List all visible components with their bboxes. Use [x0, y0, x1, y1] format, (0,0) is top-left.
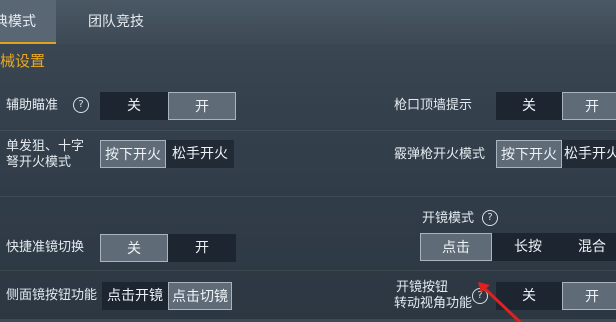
tab-classic-mode[interactable]: 典模式: [0, 0, 56, 44]
mode-tab-bar: 典模式 团队竞技: [0, 0, 616, 44]
shotgun-fire-label: 霰弹枪开火模式: [394, 147, 486, 162]
annotation-arrow-icon: [478, 282, 522, 322]
aim-assist-label: 辅助瞄准: [6, 98, 59, 113]
scope-mode-mixed-button[interactable]: 混合: [564, 233, 616, 261]
single-sniper-press-fire-button[interactable]: 按下开火: [100, 140, 166, 168]
scope-mode-info-icon[interactable]: ?: [482, 210, 498, 226]
side-scope-tap-switch-button[interactable]: 点击切镜: [168, 282, 232, 310]
shotgun-release-fire-button[interactable]: 松手开火: [562, 140, 616, 168]
quick-scope-toggle: 关 开: [100, 234, 236, 262]
aim-assist-info-icon[interactable]: ?: [73, 97, 89, 113]
side-scope-selector: 点击开镜 点击切镜: [102, 282, 232, 310]
section-divider: [0, 196, 616, 197]
wall-hint-toggle: 关 开: [496, 92, 616, 120]
section-title: 械设置: [0, 52, 46, 70]
scope-mode-hold-button[interactable]: 长按: [492, 233, 564, 261]
scope-turn-label-line2: 转动视角功能: [394, 296, 473, 311]
row-divider: [0, 270, 616, 271]
aim-assist-off-button[interactable]: 关: [100, 92, 168, 120]
quick-scope-label: 快捷准镜切换: [6, 240, 85, 255]
side-scope-tap-open-button[interactable]: 点击开镜: [102, 282, 168, 310]
shotgun-press-fire-button[interactable]: 按下开火: [496, 140, 562, 168]
tab-team-deathmatch[interactable]: 团队竞技: [88, 0, 168, 44]
row-divider: [0, 130, 616, 131]
wall-hint-label: 枪口顶墙提示: [394, 98, 473, 113]
aim-assist-toggle: 关 开: [100, 92, 236, 120]
scope-mode-selector: 点击 长按 混合: [420, 233, 616, 261]
single-sniper-fire-mode: 按下开火 松手开火: [100, 140, 234, 168]
scope-mode-label: 开镜模式: [422, 211, 475, 226]
single-sniper-release-fire-button[interactable]: 松手开火: [166, 140, 234, 168]
quick-scope-on-button[interactable]: 开: [168, 234, 236, 262]
shotgun-fire-mode: 按下开火 松手开火: [496, 140, 616, 168]
wall-hint-off-button[interactable]: 关: [496, 92, 562, 120]
scope-mode-tap-button[interactable]: 点击: [420, 233, 492, 261]
scope-turn-label-line1: 开镜按钮: [396, 280, 449, 295]
single-sniper-label-line1: 单发狙、十字: [6, 139, 85, 154]
aim-assist-on-button[interactable]: 开: [168, 92, 236, 120]
quick-scope-off-button[interactable]: 关: [100, 234, 168, 262]
side-scope-label: 侧面镜按钮功能: [6, 288, 98, 303]
wall-hint-on-button[interactable]: 开: [562, 92, 616, 120]
scope-turn-on-button[interactable]: 开: [562, 282, 616, 310]
single-sniper-label-line2: 弩开火模式: [6, 155, 72, 170]
